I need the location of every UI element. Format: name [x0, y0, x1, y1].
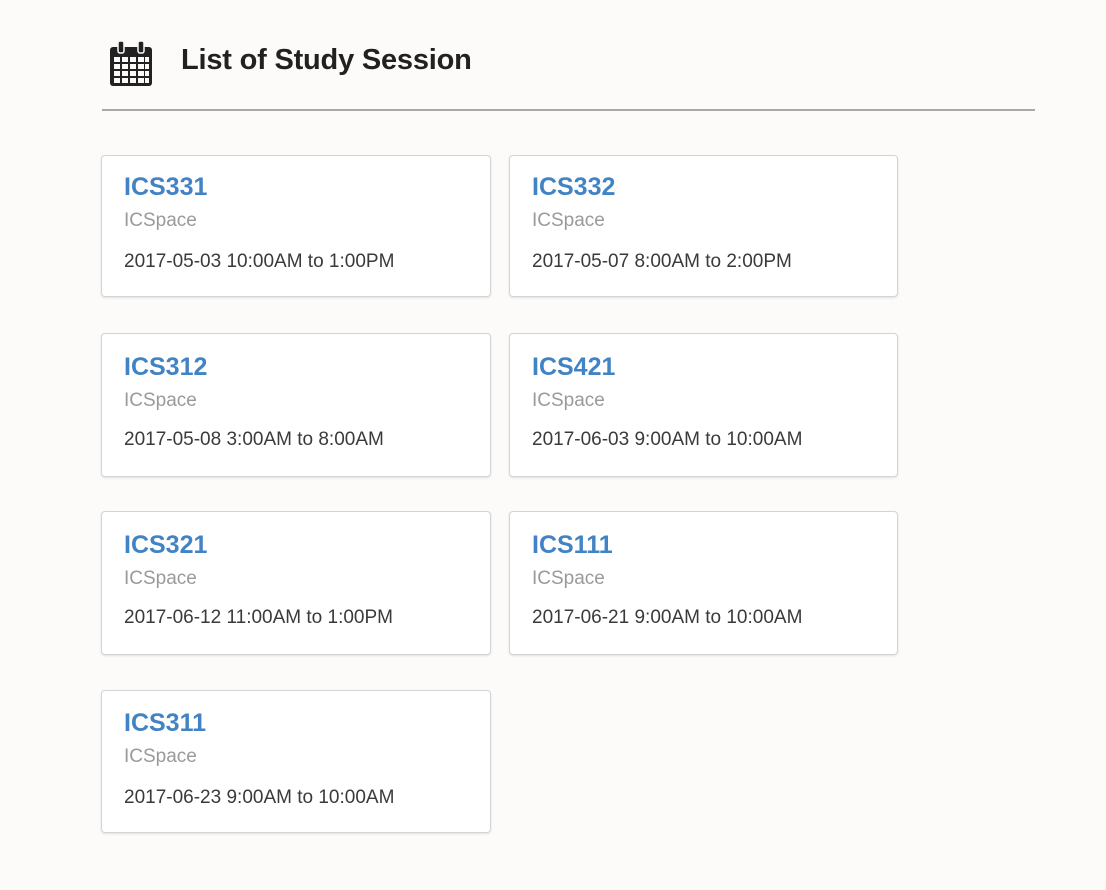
session-course-link[interactable]: ICS321 — [124, 531, 207, 560]
page-title: List of Study Session — [181, 44, 472, 76]
session-time: 2017-06-21 9:00AM to 10:00AM — [532, 607, 803, 628]
session-course-link[interactable]: ICS332 — [532, 173, 615, 202]
session-card[interactable]: ICS111 ICSpace 2017-06-21 9:00AM to 10:0… — [509, 511, 898, 655]
calendar-icon — [110, 40, 152, 86]
session-time: 2017-05-03 10:00AM to 1:00PM — [124, 251, 395, 272]
session-course-link[interactable]: ICS312 — [124, 353, 207, 382]
session-location: ICSpace — [124, 210, 197, 231]
session-location: ICSpace — [532, 390, 605, 411]
session-card[interactable]: ICS312 ICSpace 2017-05-08 3:00AM to 8:00… — [101, 333, 491, 477]
session-course-link[interactable]: ICS331 — [124, 173, 207, 202]
session-card[interactable]: ICS421 ICSpace 2017-06-03 9:00AM to 10:0… — [509, 333, 898, 477]
header-divider — [102, 109, 1035, 111]
session-time: 2017-05-07 8:00AM to 2:00PM — [532, 251, 792, 272]
session-location: ICSpace — [124, 568, 197, 589]
session-time: 2017-06-12 11:00AM to 1:00PM — [124, 607, 393, 628]
session-location: ICSpace — [532, 568, 605, 589]
session-card[interactable]: ICS331 ICSpace 2017-05-03 10:00AM to 1:0… — [101, 155, 491, 297]
session-course-link[interactable]: ICS311 — [124, 709, 206, 738]
session-card[interactable]: ICS311 ICSpace 2017-06-23 9:00AM to 10:0… — [101, 690, 491, 833]
session-card[interactable]: ICS321 ICSpace 2017-06-12 11:00AM to 1:0… — [101, 511, 491, 655]
session-location: ICSpace — [124, 390, 197, 411]
page-header: List of Study Session — [102, 36, 1035, 112]
session-time: 2017-05-08 3:00AM to 8:00AM — [124, 429, 384, 450]
session-card[interactable]: ICS332 ICSpace 2017-05-07 8:00AM to 2:00… — [509, 155, 898, 297]
session-location: ICSpace — [532, 210, 605, 231]
session-location: ICSpace — [124, 746, 197, 767]
session-time: 2017-06-23 9:00AM to 10:00AM — [124, 787, 395, 808]
session-course-link[interactable]: ICS111 — [532, 531, 613, 560]
session-course-link[interactable]: ICS421 — [532, 353, 615, 382]
session-time: 2017-06-03 9:00AM to 10:00AM — [532, 429, 803, 450]
